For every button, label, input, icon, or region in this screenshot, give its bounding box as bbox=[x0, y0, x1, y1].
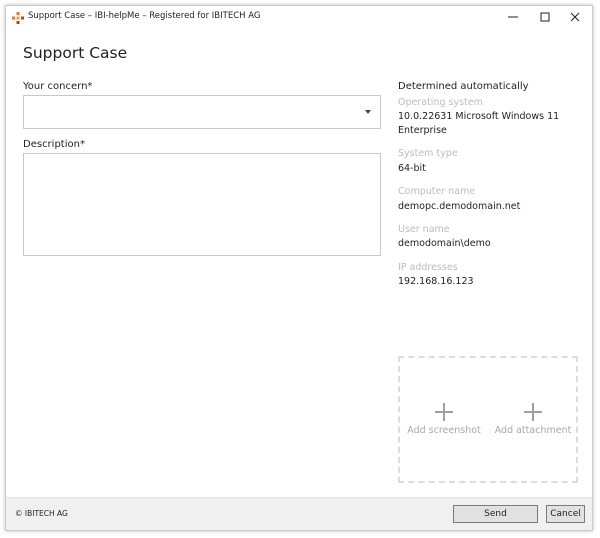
footer-bar: © IBITECH AG Send Cancel bbox=[6, 497, 592, 530]
attachment-dropzone[interactable]: Add screenshot Add attachment bbox=[398, 356, 578, 483]
maximize-icon bbox=[540, 12, 549, 22]
close-icon bbox=[570, 12, 579, 22]
os-value: 10.0.22631 Microsoft Windows 11 Enterpri… bbox=[398, 111, 560, 136]
system-type-label: System type bbox=[398, 148, 458, 159]
description-textarea[interactable] bbox=[23, 153, 381, 256]
add-screenshot-label: Add screenshot bbox=[407, 425, 481, 436]
add-attachment-button[interactable]: Add attachment bbox=[489, 402, 577, 436]
auto-info-heading: Determined automatically bbox=[398, 81, 529, 92]
user-name-value: demodomain\demo bbox=[398, 238, 491, 249]
add-attachment-label: Add attachment bbox=[494, 425, 572, 436]
description-label: Description* bbox=[23, 139, 85, 150]
window-title: Support Case – IBI-helpMe – Registered f… bbox=[28, 11, 261, 21]
plus-icon bbox=[434, 402, 454, 422]
computer-name-value: demopc.demodomain.net bbox=[398, 201, 521, 212]
minimize-button[interactable] bbox=[497, 6, 528, 28]
chevron-down-icon bbox=[365, 110, 371, 114]
send-button[interactable]: Send bbox=[453, 505, 538, 523]
add-screenshot-button[interactable]: Add screenshot bbox=[400, 402, 488, 436]
title-bar[interactable]: Support Case – IBI-helpMe – Registered f… bbox=[6, 6, 592, 30]
maximize-button[interactable] bbox=[529, 6, 560, 28]
computer-name-label: Computer name bbox=[398, 186, 476, 197]
ip-addresses-label: IP addresses bbox=[398, 262, 458, 273]
page-title: Support Case bbox=[23, 44, 128, 62]
copyright-text: © IBITECH AG bbox=[15, 509, 68, 518]
ip-addresses-value: 192.168.16.123 bbox=[398, 276, 474, 287]
system-type-value: 64-bit bbox=[398, 163, 426, 174]
close-button[interactable] bbox=[559, 6, 590, 28]
app-logo-icon bbox=[12, 12, 24, 24]
plus-icon bbox=[523, 402, 543, 422]
support-case-window: Support Case – IBI-helpMe – Registered f… bbox=[5, 5, 593, 531]
cancel-button[interactable]: Cancel bbox=[546, 505, 585, 523]
os-label: Operating system bbox=[398, 97, 483, 108]
concern-label: Your concern* bbox=[23, 81, 93, 92]
minimize-icon bbox=[507, 16, 518, 18]
user-name-label: User name bbox=[398, 224, 450, 235]
concern-dropdown[interactable] bbox=[23, 95, 381, 129]
